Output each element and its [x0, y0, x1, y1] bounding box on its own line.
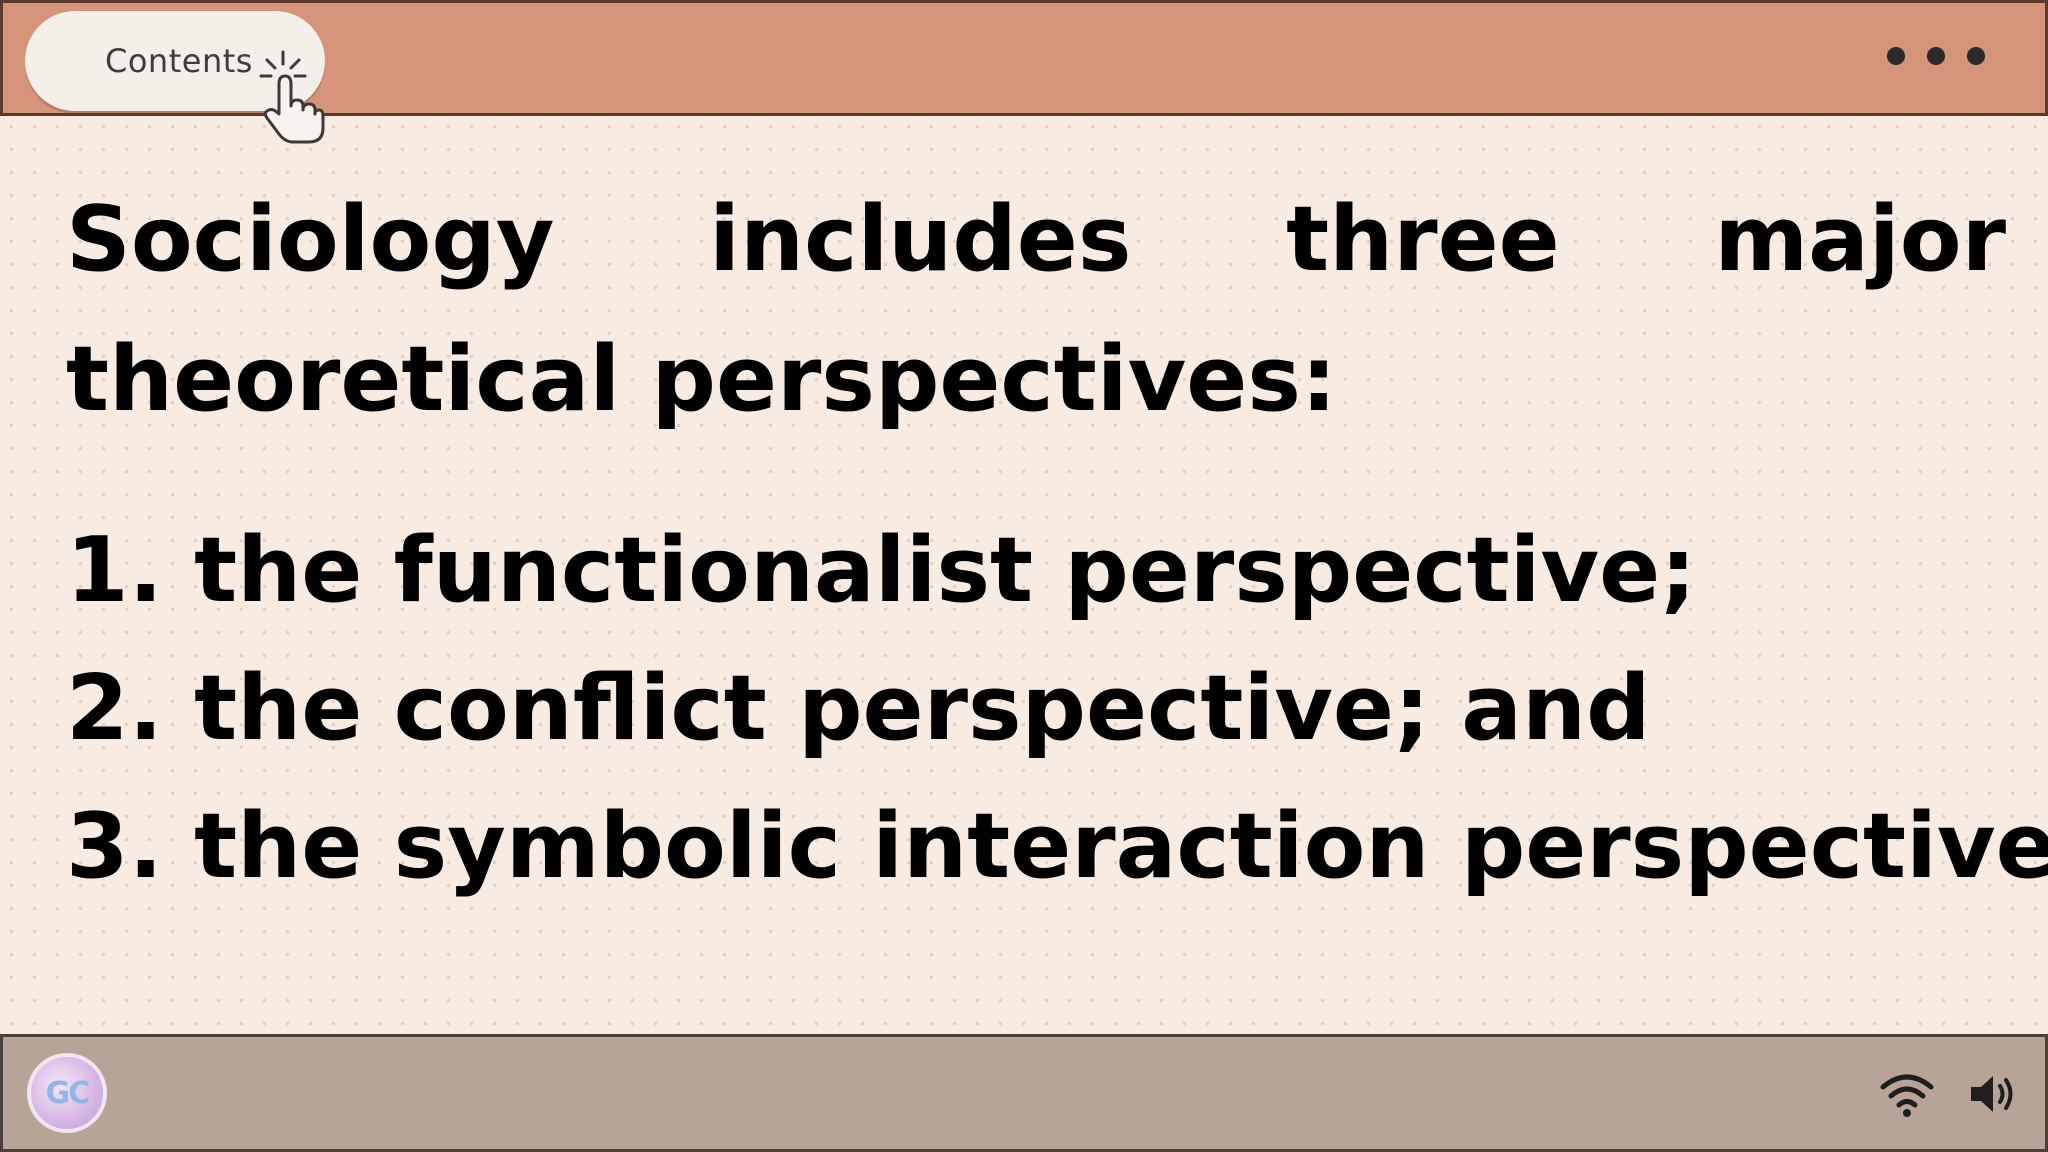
perspectives-list: 1. the functionalist perspective; 2. the… [66, 502, 2048, 916]
dot [1887, 47, 1905, 65]
heading-word: three [1286, 187, 1560, 292]
list-item: 3. the symbolic interaction perspective. [66, 794, 2048, 899]
hand-pointer-icon [259, 50, 325, 144]
list-item: 1. the functionalist perspective; [66, 518, 1697, 623]
list-item: 2. the conflict perspective; and [66, 656, 1651, 761]
heading-word: major [1714, 187, 2006, 292]
avatar-initials: GC [45, 1075, 91, 1111]
wifi-icon[interactable] [1879, 1071, 1935, 1117]
bottom-bar: GC [0, 1034, 2048, 1152]
heading-word: includes [709, 187, 1132, 292]
slide-content: Sociology includes three major theoretic… [66, 170, 2048, 916]
heading-line-2: theoretical perspectives: [66, 327, 1337, 432]
heading-word: Sociology [66, 187, 555, 292]
slide-frame: Contents Sociology includes three major … [0, 0, 2048, 1152]
speaker-icon[interactable] [1967, 1071, 2017, 1117]
contents-label: Contents [105, 42, 253, 80]
heading-line-1: Sociology includes three major [66, 170, 2006, 310]
dot [1927, 47, 1945, 65]
dot [1967, 47, 1985, 65]
more-dots-icon[interactable] [1887, 47, 1985, 65]
avatar[interactable]: GC [27, 1053, 107, 1133]
